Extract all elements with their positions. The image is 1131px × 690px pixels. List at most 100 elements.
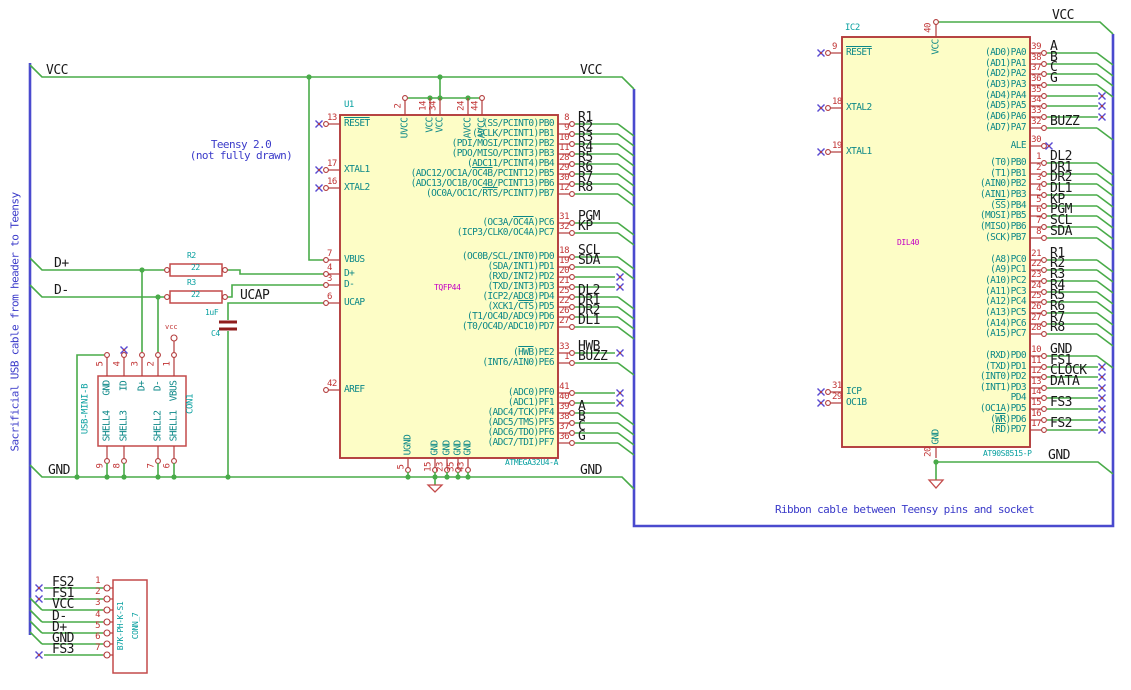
pin-end xyxy=(1041,203,1047,209)
pin-end xyxy=(569,181,575,187)
pin-number: 6 xyxy=(162,463,173,469)
pin-name: OC1B xyxy=(846,397,867,408)
pin-name: (A13)PC5 xyxy=(985,307,1027,318)
pin-number: 27 xyxy=(1031,313,1041,323)
pin-end xyxy=(1041,213,1047,219)
junction-dot xyxy=(465,474,471,480)
pin-number: 9 xyxy=(564,123,569,133)
pin-number: 27 xyxy=(559,316,569,326)
pin-end xyxy=(569,254,575,260)
pin-number: 14 xyxy=(418,101,429,111)
bus-entry xyxy=(617,316,635,330)
pin-number: 37 xyxy=(559,422,569,432)
pin-end xyxy=(1041,310,1047,316)
pin-name: ICP xyxy=(846,386,862,397)
pin-name: (MOSI)PB5 xyxy=(979,210,1027,221)
ucap-wire xyxy=(227,302,325,477)
bus-entry xyxy=(617,306,635,320)
pin-name: ALE xyxy=(1010,140,1027,151)
pin-number: 11 xyxy=(559,143,569,153)
pin-name: (AIN1)PB3 xyxy=(979,189,1027,200)
r2-value: 22 xyxy=(191,263,200,272)
pin-end xyxy=(1041,50,1047,56)
pin-name: (AD2)PA2 xyxy=(985,68,1027,79)
pin-number: 19 xyxy=(559,256,569,266)
pin-name: AVCC xyxy=(462,117,474,139)
bus-entry xyxy=(617,123,635,137)
pin-name: GND xyxy=(462,440,474,456)
pin-end xyxy=(569,410,575,416)
con1-reference: CON1 xyxy=(185,393,196,415)
ic2-footprint: DIL40 xyxy=(897,238,920,247)
net-label: G xyxy=(1050,71,1058,86)
pin-number: 12 xyxy=(1031,366,1041,376)
pin-name: (A12)PC4 xyxy=(985,296,1027,307)
pin-number: 31 xyxy=(559,212,569,222)
pin-end xyxy=(1041,257,1047,263)
pin-number: 22 xyxy=(1031,259,1041,269)
no-connect-icon xyxy=(37,597,41,601)
pin-end xyxy=(1041,353,1047,359)
no-connect-icon xyxy=(1100,365,1104,369)
conn7-value: B7K-PH-K-S1 xyxy=(116,601,125,651)
bus-entry xyxy=(1096,226,1114,240)
bus-entry xyxy=(1096,84,1114,98)
pin-number: 6 xyxy=(327,292,332,302)
pin-number: 43 xyxy=(456,462,467,472)
pin-number: 28 xyxy=(1031,323,1041,333)
conn7-reference: CONN_7 xyxy=(131,612,140,640)
pin-end xyxy=(103,629,111,637)
pin-name: (AD3)PA3 xyxy=(985,79,1027,90)
pin-end xyxy=(569,324,575,330)
bus-entry xyxy=(617,183,635,197)
pin-end xyxy=(569,284,575,290)
pin-number: 32 xyxy=(559,222,569,232)
pin-end xyxy=(1041,93,1047,99)
bus-entry xyxy=(617,442,635,456)
pin-number: 33 xyxy=(559,342,569,352)
pin-number: 41 xyxy=(559,382,569,392)
pin-number: 30 xyxy=(1031,135,1041,145)
bus-entry xyxy=(617,412,635,426)
gnd-label-left: GND xyxy=(48,463,70,478)
pin-number: 2 xyxy=(95,587,100,597)
pin-end xyxy=(569,294,575,300)
pin-number: 35 xyxy=(1031,85,1041,95)
pin-end xyxy=(1041,143,1047,149)
junction-dot xyxy=(405,474,411,480)
net-label: DATA xyxy=(1050,374,1080,389)
bus-entry xyxy=(617,222,635,236)
pin-end xyxy=(1041,364,1047,370)
no-connect-icon xyxy=(317,168,321,172)
bus-entry xyxy=(1096,183,1114,197)
pin-name: (T0/OC4D/ADC10)PD7 xyxy=(461,321,555,332)
pin-number: 23 xyxy=(435,462,446,472)
bus-entry xyxy=(617,232,635,246)
pin-number: 15 xyxy=(423,462,434,472)
pin-number: 18 xyxy=(559,246,569,256)
pin-end xyxy=(139,352,145,358)
vcc-power-symbol xyxy=(170,334,178,342)
c4-reference: C4 xyxy=(211,329,220,338)
pin-number: 11 xyxy=(1031,356,1041,366)
pin-end xyxy=(479,95,485,101)
pin-end xyxy=(1041,61,1047,67)
pin-number: 10 xyxy=(1031,345,1041,355)
r3-reference: R3 xyxy=(187,278,196,287)
pin-number: 20 xyxy=(923,447,934,457)
pin-number: 23 xyxy=(1031,270,1041,280)
pin-end xyxy=(825,400,831,406)
pin-number: 17 xyxy=(1031,419,1041,429)
pin-end xyxy=(103,618,111,626)
bus-entry xyxy=(1096,73,1114,87)
bus-entry xyxy=(617,296,635,310)
no-connect-icon xyxy=(1100,418,1104,422)
pin-end xyxy=(1041,278,1047,284)
bus-entry xyxy=(29,609,43,623)
pin-name: (SCK)PB7 xyxy=(985,232,1027,243)
bus-entry xyxy=(1096,52,1114,66)
pin-number: 5 xyxy=(396,464,407,470)
pin-name: (MISO)PB6 xyxy=(979,221,1027,232)
bus-entry xyxy=(617,422,635,436)
net-label: SDA xyxy=(1050,224,1072,239)
